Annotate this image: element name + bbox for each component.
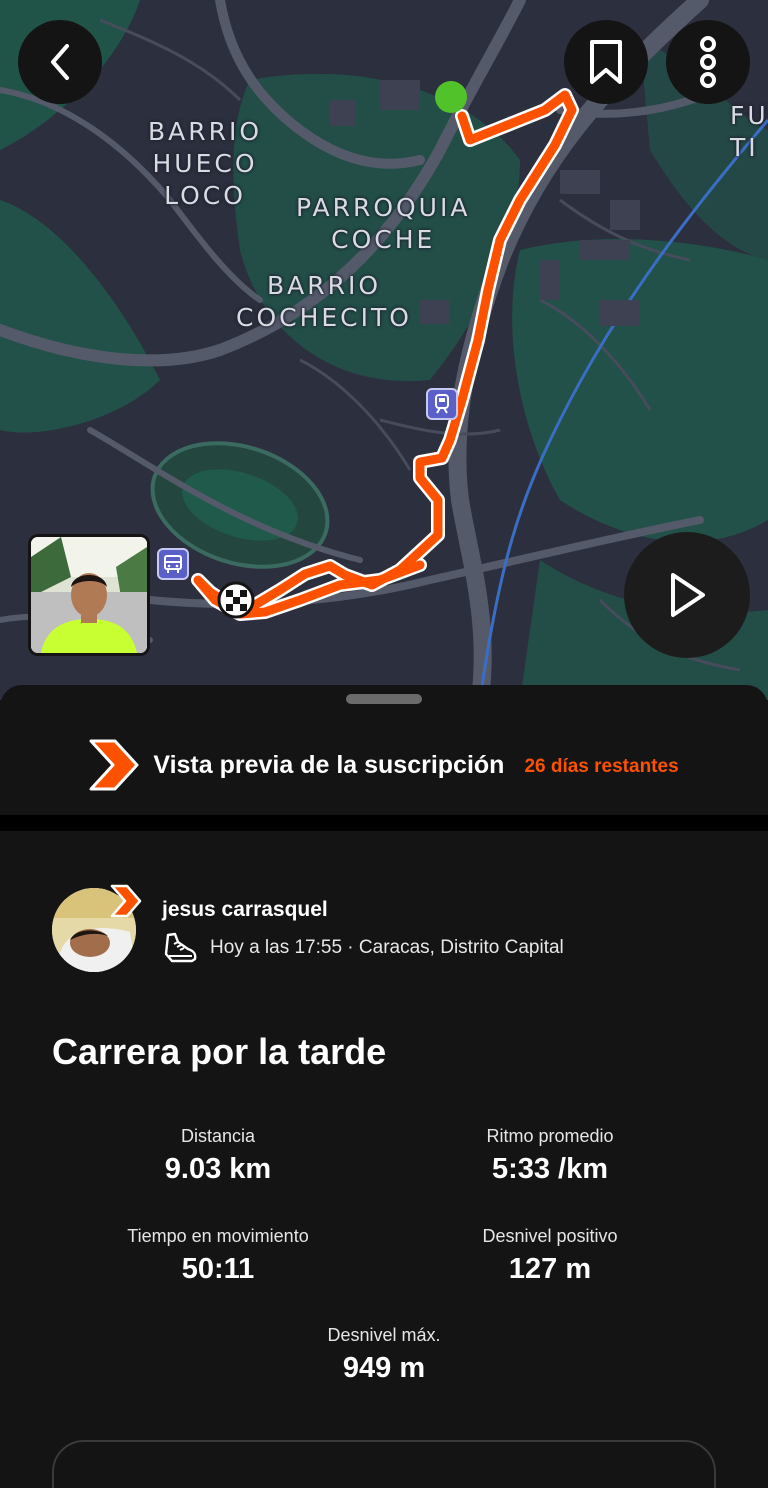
subscription-title: Vista previa de la suscripción [153,750,505,779]
stat-distance: Distancia 9.03 km [68,1126,368,1186]
stat-value: 9.03 km [164,1153,272,1185]
stat-value: 50:11 [181,1253,255,1285]
stat-average-pace: Ritmo promedio 5:33 /km [400,1126,700,1186]
metro-station-icon[interactable] [426,388,458,420]
play-flyover-button[interactable] [624,532,750,658]
more-vertical-icon [700,36,716,88]
stat-label: Desnivel máx. [327,1325,441,1345]
activity-photo-thumbnail[interactable] [28,534,150,656]
stat-label: Desnivel positivo [482,1226,618,1246]
map-label-barrio-cochecito: BARRIO COCHECITO [236,271,412,332]
activity-sheet: Vista previa de la suscripción 26 días r… [0,685,768,1488]
start-marker [435,81,467,113]
stat-value: 5:33 /km [491,1153,609,1185]
stat-max-elevation: Desnivel máx. 949 m [234,1325,534,1385]
activity-meta: Hoy a las 17:55 · Caracas, Distrito Capi… [162,932,564,964]
stat-value: 949 m [342,1352,426,1384]
next-card[interactable] [52,1440,716,1488]
athlete-header[interactable]: jesus carrasquel Hoy a las 17:55 · Carac… [52,884,712,978]
map-label-barrio-hueco-loco: BARRIO HUECO LOCO [148,117,263,210]
stat-label: Tiempo en movimiento [127,1226,309,1246]
stat-moving-time: Tiempo en movimiento 50:11 [68,1226,368,1286]
activity-title: Carrera por la tarde [52,1031,387,1072]
activity-photo [31,537,147,653]
finish-flag-icon [217,581,255,619]
back-button[interactable] [18,20,102,104]
section-divider [0,815,768,831]
sheet-drag-handle[interactable] [346,694,422,704]
subscription-preview-banner[interactable]: Vista previa de la suscripción 26 días r… [0,715,768,815]
subscriber-badge-icon [110,884,142,918]
play-icon [671,573,705,617]
map-label-parroquia-coche: PARROQUIA COCHE [296,193,471,254]
bus-station-icon[interactable] [157,548,189,580]
stat-value: 127 m [508,1253,592,1285]
route-map[interactable]: BARRIO HUECO LOCO PARROQUIA COCHE BARRIO… [0,0,768,700]
activity-time-location: Hoy a las 17:55 · Caracas, Distrito Capi… [210,937,564,958]
stat-elevation-gain: Desnivel positivo 127 m [400,1226,700,1286]
athlete-name[interactable]: jesus carrasquel [162,898,328,922]
subscription-remaining: 26 días restantes [524,755,679,777]
more-options-button[interactable] [666,20,750,104]
stat-label: Ritmo promedio [486,1126,614,1146]
save-route-button[interactable] [564,20,648,104]
map-label-fu-ti: FU TI [730,101,768,162]
bookmark-icon [590,40,622,84]
strava-chevron-icon [89,739,139,791]
running-shoe-icon [164,932,197,963]
stat-label: Distancia [180,1126,256,1146]
chevron-left-icon [51,44,69,80]
